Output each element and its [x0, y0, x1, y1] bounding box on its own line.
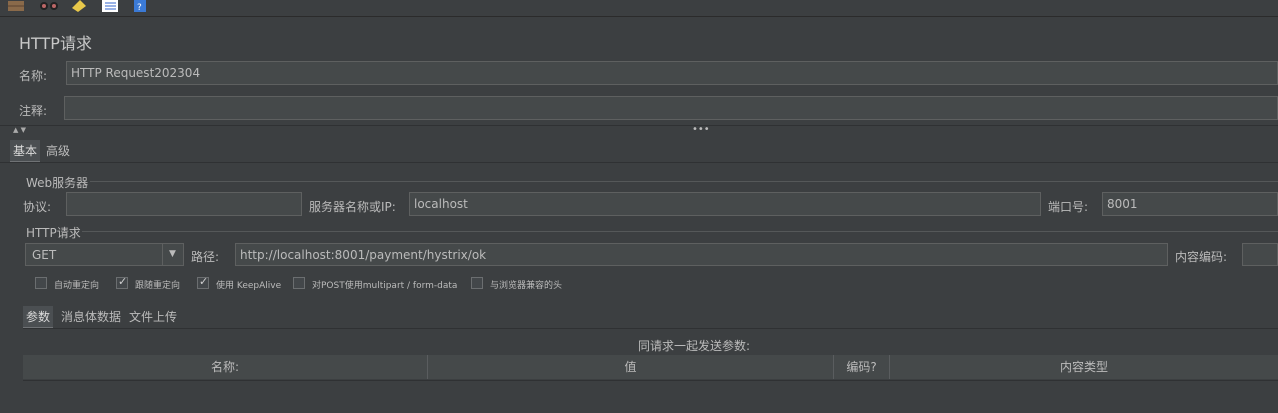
- method-select[interactable]: GET ▼: [25, 243, 184, 266]
- path-field[interactable]: [235, 243, 1168, 266]
- eraser-icon[interactable]: [70, 0, 88, 12]
- select-divider: [162, 244, 163, 265]
- svg-text:?: ?: [137, 3, 142, 12]
- help-icon[interactable]: ?: [132, 0, 148, 13]
- keepalive-label: 使用 KeepAlive: [216, 281, 282, 291]
- multipart-label: 对POST使用multipart / form-data: [312, 281, 458, 291]
- server-name-field[interactable]: [409, 192, 1041, 216]
- comment-label: 注释:: [19, 104, 48, 118]
- tab-file-upload[interactable]: 文件上传: [126, 306, 180, 327]
- method-value: GET: [32, 248, 57, 262]
- port-label: 端口号:: [1048, 200, 1089, 214]
- protocol-field[interactable]: [66, 192, 302, 216]
- port-field[interactable]: [1102, 192, 1278, 216]
- toolbar: ?: [0, 0, 1278, 17]
- group-border: [82, 231, 1278, 232]
- name-field[interactable]: [66, 61, 1278, 85]
- content-encoding-field[interactable]: [1242, 243, 1278, 266]
- list-icon[interactable]: [100, 0, 120, 12]
- column-header-name[interactable]: 名称:: [23, 355, 428, 379]
- tab-advanced[interactable]: 高级: [43, 140, 73, 161]
- name-label: 名称:: [19, 69, 48, 83]
- keepalive-checkbox[interactable]: [197, 275, 209, 289]
- follow-redirect-label: 跟随重定向: [135, 281, 181, 291]
- web-server-group-label: Web服务器: [26, 176, 89, 190]
- browser-headers-label: 与浏览器兼容的头: [490, 281, 563, 291]
- multipart-checkbox[interactable]: [293, 277, 305, 289]
- server-name-label: 服务器名称或IP:: [309, 200, 396, 214]
- auto-redirect-label: 自动重定向: [54, 281, 100, 291]
- comment-field[interactable]: [64, 96, 1278, 120]
- path-label: 路径:: [191, 250, 220, 264]
- auto-redirect-checkbox[interactable]: [35, 277, 47, 289]
- params-caption: 同请求一起发送参数:: [638, 339, 751, 353]
- browser-headers-checkbox[interactable]: [471, 277, 483, 289]
- panel-title: HTTP请求: [19, 34, 92, 53]
- tab-divider: [0, 162, 1278, 163]
- follow-redirect-checkbox[interactable]: [116, 275, 128, 289]
- chevron-down-icon[interactable]: ▼: [169, 249, 176, 259]
- tab-basic[interactable]: 基本: [10, 140, 41, 163]
- column-header-content-type[interactable]: 内容类型: [890, 355, 1278, 379]
- drag-handle-icon[interactable]: •••: [692, 124, 710, 135]
- broom-icon[interactable]: [6, 0, 26, 12]
- protocol-label: 协议:: [23, 200, 52, 214]
- column-header-value[interactable]: 值: [428, 355, 834, 379]
- collapse-arrows-icon[interactable]: ▲ ▼: [13, 126, 26, 134]
- splitter-bar[interactable]: ▲ ▼ •••: [0, 124, 1278, 135]
- http-request-group-label: HTTP请求: [26, 226, 81, 240]
- content-encoding-label: 内容编码:: [1175, 250, 1228, 264]
- group-border: [90, 181, 1278, 182]
- binoculars-icon[interactable]: [38, 0, 60, 12]
- params-table-body[interactable]: [23, 380, 1278, 413]
- tab-body-data[interactable]: 消息体数据: [58, 306, 124, 327]
- column-header-encode[interactable]: 编码?: [834, 355, 890, 379]
- tab-parameters[interactable]: 参数: [23, 306, 54, 329]
- sub-tab-divider: [23, 328, 1278, 329]
